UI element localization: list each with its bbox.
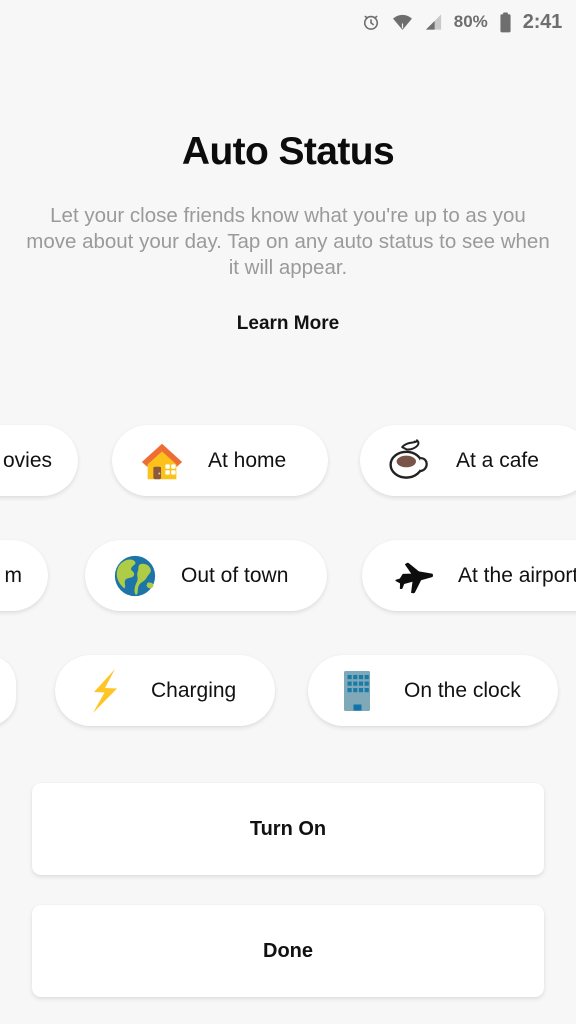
lightning-bolt-icon: [81, 667, 129, 715]
auto-status-chip[interactable]: At home: [112, 425, 328, 496]
page-title: Auto Status: [181, 130, 395, 173]
auto-status-chip[interactable]: At a cafe: [360, 425, 576, 496]
auto-status-chip[interactable]: ovies: [0, 425, 78, 496]
auto-status-chip-label: Charging: [151, 678, 237, 702]
header-section: Auto Status Let your close friends know …: [0, 0, 576, 335]
auto-status-chip-label: ovies: [2, 448, 52, 472]
auto-status-chip-label: On the clock: [404, 678, 521, 702]
auto-status-chip[interactable]: Charging: [55, 655, 275, 726]
airplane-icon: [388, 552, 436, 600]
done-button[interactable]: Done: [32, 905, 544, 997]
auto-status-row-3: Charging On the clock: [0, 655, 576, 770]
turn-on-button[interactable]: Turn On: [32, 783, 544, 875]
auto-status-chip-label: At a cafe: [456, 448, 539, 472]
learn-more-link[interactable]: Learn More: [237, 313, 339, 335]
page-subtitle: Let your close friends know what you're …: [26, 203, 550, 279]
auto-status-chip-label: At the airport: [458, 563, 576, 587]
auto-status-chip[interactable]: At the airport: [362, 540, 576, 611]
auto-status-chip[interactable]: m: [0, 540, 48, 611]
office-building-icon: [334, 667, 382, 715]
auto-status-row-1: ovies At home At a cafe: [0, 425, 576, 540]
bottom-actions: Turn On Done: [32, 783, 544, 997]
auto-status-chip[interactable]: Out of town: [85, 540, 327, 611]
auto-status-chip[interactable]: [0, 655, 16, 726]
auto-status-chip-label: Out of town: [181, 563, 289, 587]
auto-status-chip-list: ovies At home At a cafe m Out of town At …: [0, 425, 576, 770]
auto-status-chip-label: m: [4, 563, 23, 587]
coffee-cup-icon: [386, 437, 434, 485]
auto-status-chip-label: At home: [208, 448, 287, 472]
globe-icon: [111, 552, 159, 600]
auto-status-chip[interactable]: On the clock: [308, 655, 558, 726]
auto-status-row-2: m Out of town At the airport: [0, 540, 576, 655]
house-icon: [138, 437, 186, 485]
